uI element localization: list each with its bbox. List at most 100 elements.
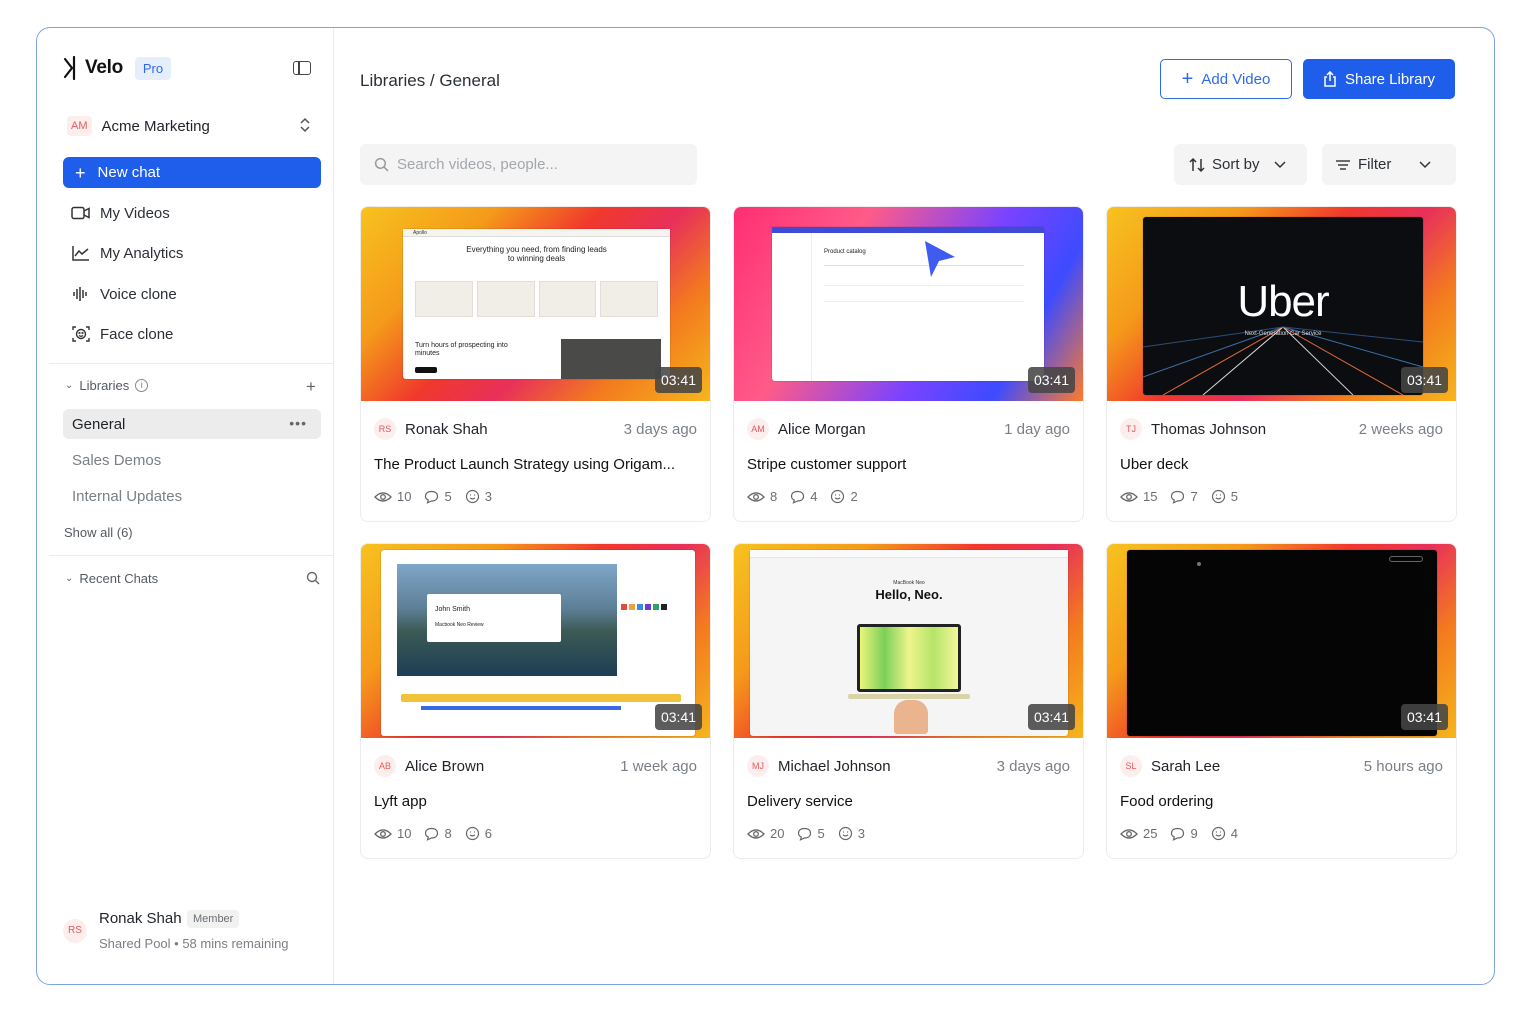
- share-library-button[interactable]: Share Library: [1303, 59, 1455, 99]
- new-chat-button[interactable]: + New chat: [63, 157, 321, 188]
- library-item-sales-demos[interactable]: Sales Demos: [63, 445, 321, 475]
- brand[interactable]: Velo Pro: [63, 56, 172, 80]
- sidebar-divider: [49, 555, 333, 556]
- video-title[interactable]: Food ordering: [1120, 793, 1445, 810]
- search-input[interactable]: [397, 156, 687, 173]
- views-count: 8: [770, 489, 778, 504]
- filter-label: Filter: [1358, 156, 1392, 173]
- sidebar-collapse-icon[interactable]: [293, 61, 311, 75]
- user-name: Ronak Shah: [99, 910, 182, 927]
- video-title[interactable]: The Product Launch Strategy using Origam…: [374, 456, 699, 473]
- video-thumbnail[interactable]: Apollo Everything you need, from finding…: [361, 207, 710, 401]
- video-duration: 03:41: [1027, 704, 1075, 730]
- comments-count: 5: [444, 489, 452, 504]
- comments-count: 7: [1190, 489, 1198, 504]
- velo-logo-icon: [63, 56, 76, 80]
- chevron-down-icon: ⌄: [65, 573, 74, 584]
- user-profile[interactable]: RS Ronak Shah Member Shared Pool • 58 mi…: [63, 908, 323, 958]
- eye-icon: [1120, 828, 1138, 839]
- video-card[interactable]: Product catalog 03:41 AM Alice Morgan 1 …: [733, 206, 1084, 522]
- filter-dropdown[interactable]: Filter: [1322, 144, 1456, 185]
- video-title[interactable]: Uber deck: [1120, 456, 1445, 473]
- video-stats: 8 4 2: [747, 489, 871, 504]
- video-stats: 20 5 3: [747, 826, 878, 841]
- reactions-count: 4: [1230, 826, 1238, 841]
- avatar: AM: [747, 418, 769, 440]
- nav-voice-clone[interactable]: Voice clone: [71, 282, 177, 306]
- reactions-count: 5: [1230, 489, 1238, 504]
- timestamp: 3 days ago: [623, 420, 697, 438]
- library-item-internal-updates[interactable]: Internal Updates: [63, 481, 321, 511]
- comments-count: 5: [817, 826, 825, 841]
- breadcrumb: Libraries / General: [360, 71, 500, 90]
- search-bar[interactable]: [360, 144, 697, 185]
- sidebar-divider: [49, 363, 333, 364]
- library-label: General: [72, 415, 126, 433]
- user-status: Shared Pool • 58 mins remaining: [99, 936, 289, 951]
- sort-icon: [1189, 157, 1205, 172]
- video-thumbnail[interactable]: John Smith Macbook Neo Review 03:41: [361, 544, 710, 738]
- reactions-count: 3: [857, 826, 865, 841]
- plus-icon: +: [75, 162, 86, 183]
- video-card[interactable]: MacBook Neo Hello, Neo. 03:41 MJ Michael…: [733, 543, 1084, 859]
- video-stats: 10 5 3: [374, 489, 505, 504]
- nav-face-clone[interactable]: Face clone: [71, 322, 173, 346]
- author-name: Ronak Shah: [405, 420, 488, 438]
- workspace-switcher[interactable]: AM Acme Marketing: [67, 114, 311, 138]
- more-options-icon[interactable]: •••: [289, 415, 307, 431]
- timestamp: 1 day ago: [1004, 420, 1070, 438]
- video-title[interactable]: Stripe customer support: [747, 456, 1072, 473]
- libraries-header[interactable]: ⌄ Libraries i: [65, 378, 149, 393]
- comments-count: 8: [444, 826, 452, 841]
- video-thumbnail[interactable]: Uber Next-Generation Car Service 03:41: [1107, 207, 1456, 401]
- nav-my-videos[interactable]: My Videos: [71, 201, 170, 225]
- views-count: 10: [397, 826, 412, 841]
- views-count: 15: [1143, 489, 1158, 504]
- timestamp: 5 hours ago: [1363, 757, 1443, 775]
- video-thumbnail[interactable]: Product catalog 03:41: [734, 207, 1083, 401]
- thumb-heading: Product catalog: [824, 249, 866, 255]
- sort-label: Sort by: [1212, 156, 1260, 173]
- video-card[interactable]: Uber Next-Generation Car Service 03:41 T…: [1106, 206, 1457, 522]
- video-card[interactable]: John Smith Macbook Neo Review 03:41 AB A…: [360, 543, 711, 859]
- library-label: Sales Demos: [72, 451, 162, 469]
- show-all-libraries-link[interactable]: Show all (6): [64, 525, 133, 540]
- thumb-caption: Macbook Neo Review: [435, 622, 484, 628]
- video-stats: 10 8 6: [374, 826, 505, 841]
- video-title[interactable]: Lyft app: [374, 793, 699, 810]
- sort-dropdown[interactable]: Sort by: [1174, 144, 1307, 185]
- smiley-icon: [465, 489, 479, 504]
- video-card[interactable]: Apollo Everything you need, from finding…: [360, 206, 711, 522]
- nav-label: My Analytics: [100, 244, 184, 262]
- video-title[interactable]: Delivery service: [747, 793, 1072, 810]
- reactions-count: 2: [850, 489, 858, 504]
- recent-chats-header[interactable]: ⌄ Recent Chats: [65, 571, 158, 586]
- comment-icon: [791, 490, 805, 504]
- smiley-icon: [838, 826, 852, 841]
- comment-icon: [798, 827, 812, 841]
- share-library-label: Share Library: [1344, 70, 1436, 88]
- avatar: SL: [1120, 755, 1142, 777]
- thumb-logo: Uber: [1237, 277, 1329, 326]
- add-library-icon[interactable]: +: [306, 377, 316, 397]
- app-window: Velo Pro AM Acme Marketing + New chat My…: [36, 27, 1495, 985]
- library-item-general[interactable]: General •••: [63, 409, 321, 439]
- info-icon[interactable]: i: [135, 379, 149, 392]
- video-thumbnail[interactable]: 03:41: [1107, 544, 1456, 738]
- comment-icon: [1171, 490, 1185, 504]
- waveform-icon: [71, 285, 91, 303]
- plan-badge: Pro: [134, 56, 172, 80]
- nav-my-analytics[interactable]: My Analytics: [71, 241, 183, 265]
- search-icon[interactable]: [306, 571, 320, 585]
- nav-label: Voice clone: [100, 285, 177, 303]
- video-duration: 03:41: [1400, 367, 1448, 393]
- role-badge: Member: [187, 910, 240, 928]
- thumb-name: John Smith: [435, 606, 471, 613]
- video-duration: 03:41: [1400, 704, 1448, 730]
- workspace-avatar: AM: [67, 116, 92, 136]
- thumb-headline: Hello, Neo.: [875, 587, 943, 602]
- comment-icon: [425, 827, 439, 841]
- video-thumbnail[interactable]: MacBook Neo Hello, Neo. 03:41: [734, 544, 1083, 738]
- add-video-button[interactable]: + Add Video: [1160, 59, 1292, 99]
- video-card[interactable]: 03:41 SL Sarah Lee 5 hours ago Food orde…: [1106, 543, 1457, 859]
